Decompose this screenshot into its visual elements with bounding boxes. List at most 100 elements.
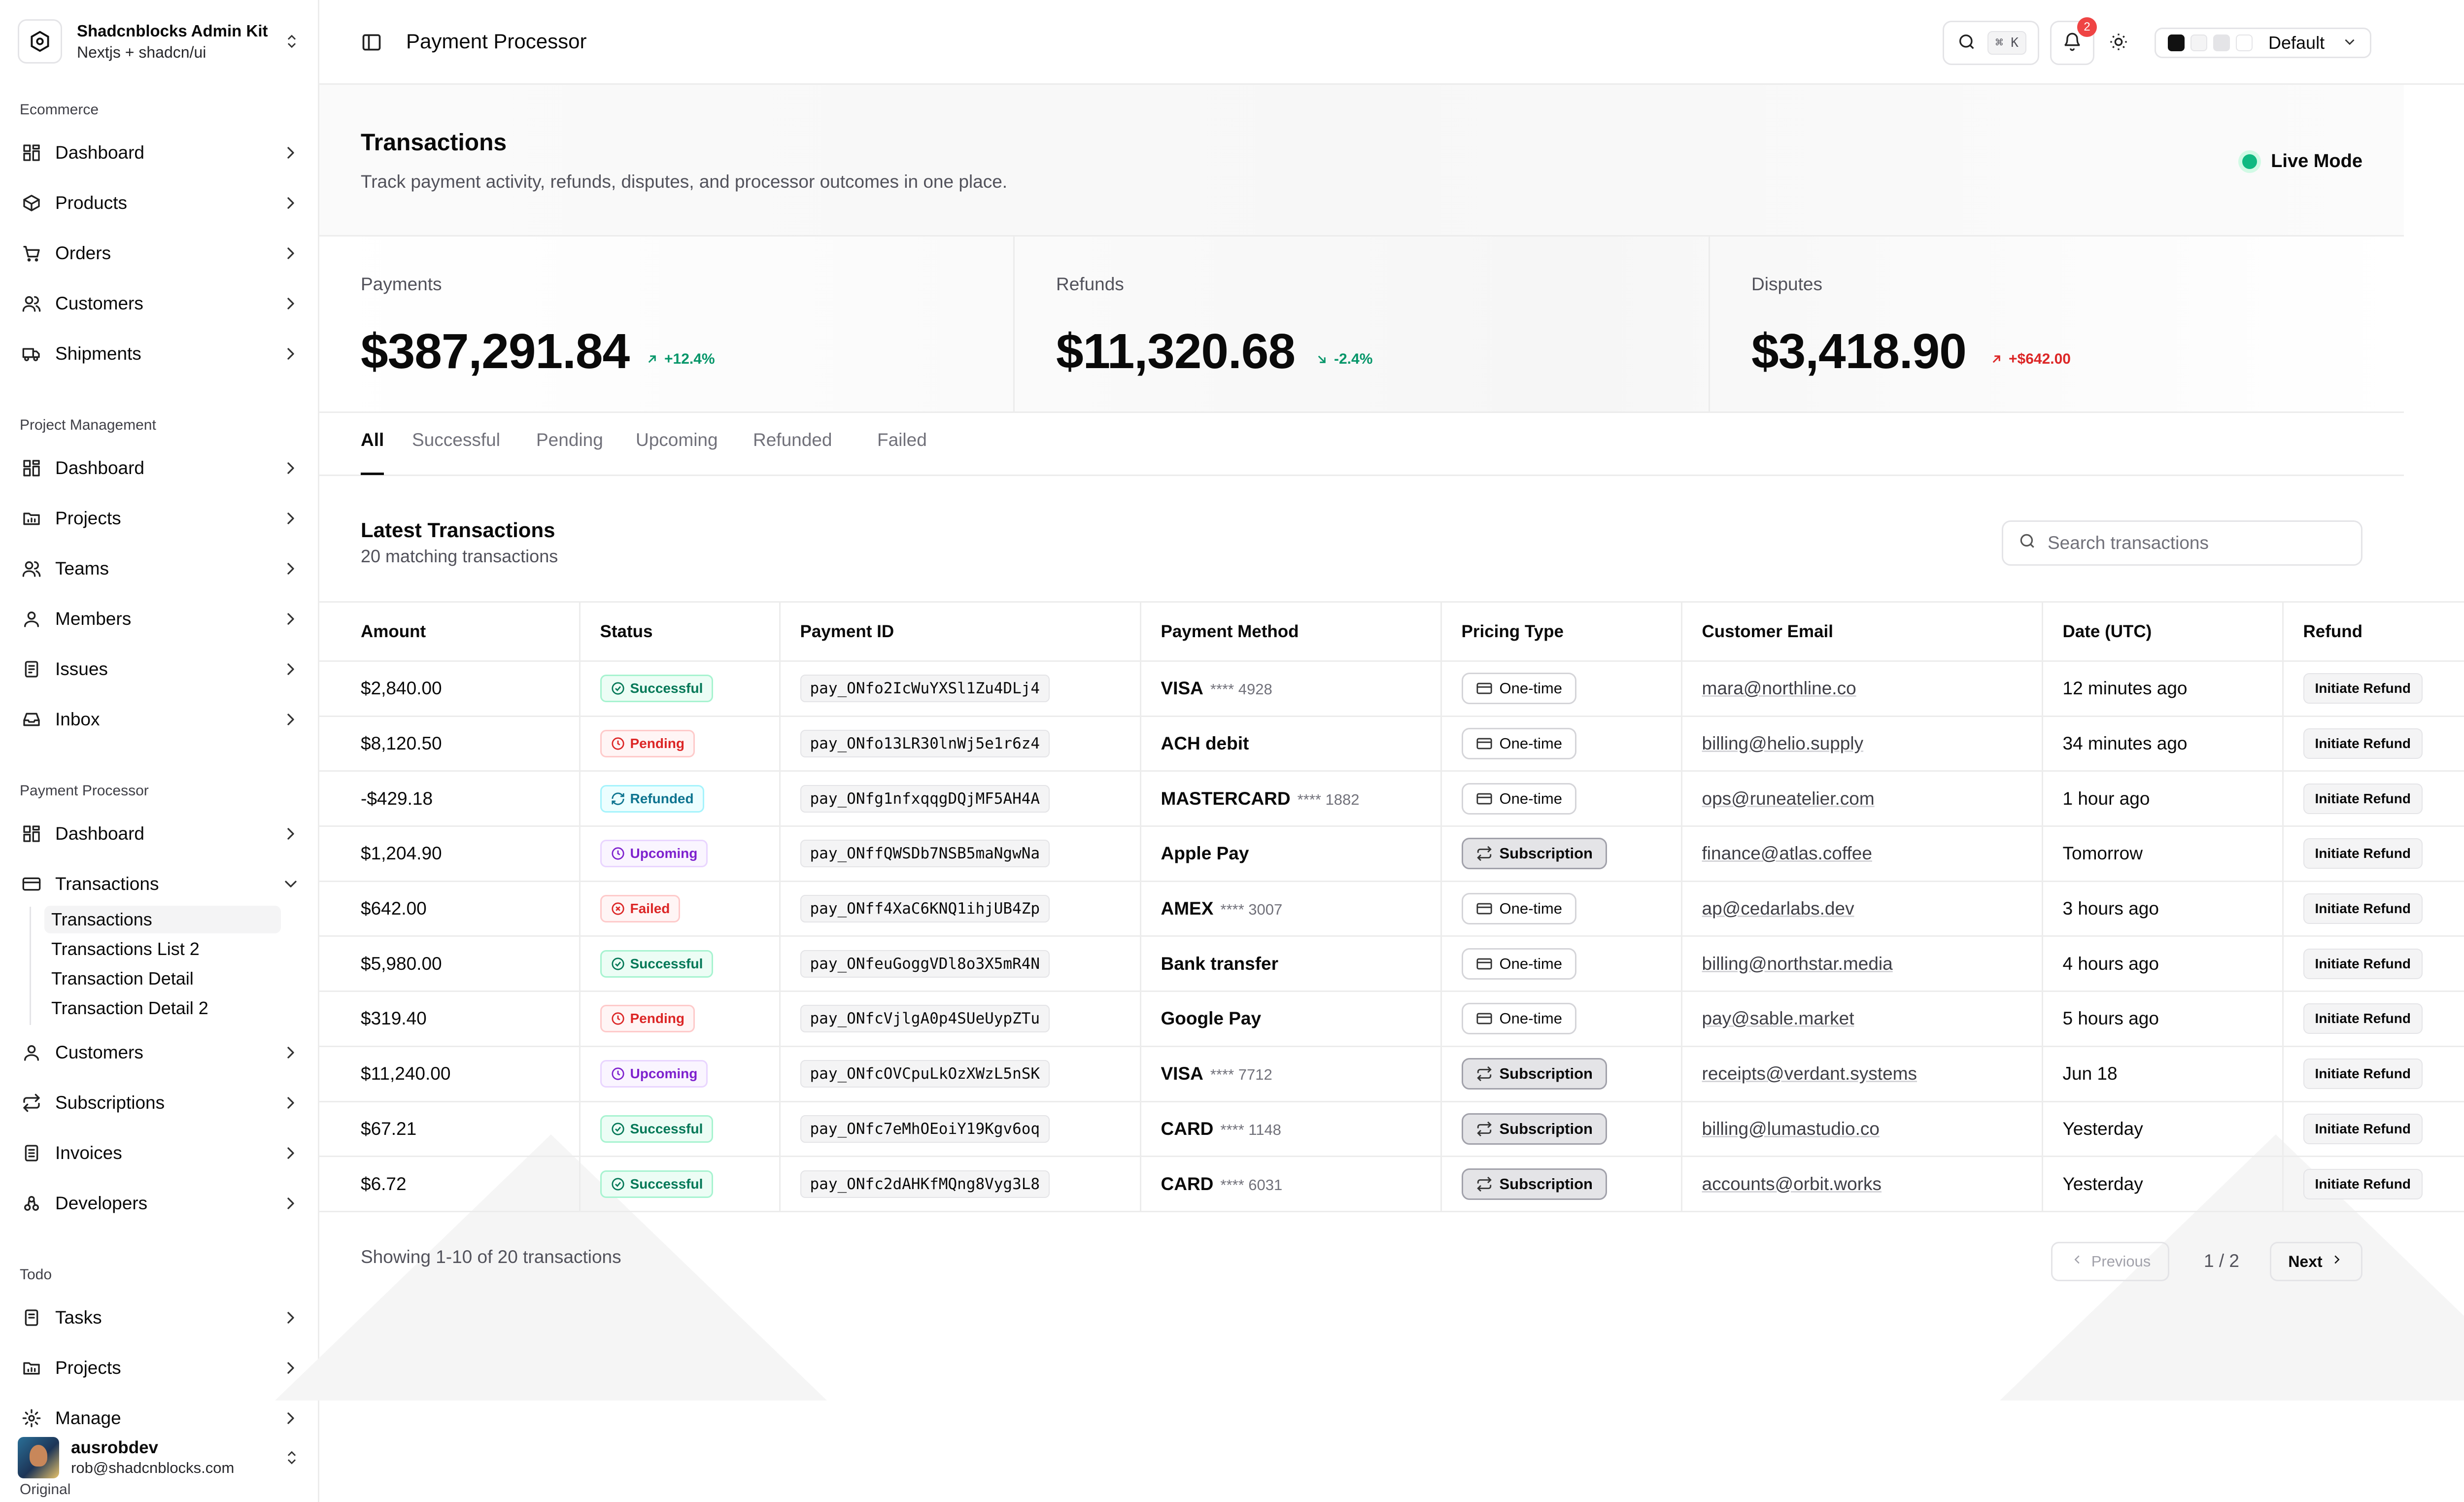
sidebar-item-dashboard[interactable]: Dashboard: [18, 133, 302, 172]
sidebar-item-inbox[interactable]: Inbox: [18, 700, 302, 739]
sidebar-item-shipments[interactable]: Shipments: [18, 334, 302, 374]
customer-email-cell: billing@northstar.media: [1681, 936, 2043, 992]
customer-email-link[interactable]: billing@helio.supply: [1702, 733, 1864, 753]
live-mode-indicator[interactable]: Live Mode: [2242, 151, 2362, 172]
user-menu[interactable]: ausrobdev rob@shadcnblocks.com: [18, 1433, 302, 1482]
initiate-refund-button[interactable]: Initiate Refund: [2303, 1113, 2423, 1144]
tab-refunded[interactable]: Refunded: [753, 430, 832, 475]
sidebar-item-projects[interactable]: Projects: [18, 499, 302, 538]
sidebar-item-products[interactable]: Products: [18, 183, 302, 223]
pricing-type-badge: One-time: [1461, 893, 1576, 925]
sidebar-item-issues[interactable]: Issues: [18, 649, 302, 689]
customer-email-link[interactable]: ops@runeatelier.com: [1702, 788, 1875, 809]
sidebar-item-developers[interactable]: Developers: [18, 1184, 302, 1223]
sidebar-item-customers[interactable]: Customers: [18, 1033, 302, 1072]
sidebar-item-dashboard[interactable]: Dashboard: [18, 814, 302, 853]
table-row[interactable]: $5,980.00 Successful pay_ONfeuGoggVDl8o3X5…: [319, 936, 2464, 992]
table-row[interactable]: $11,240.00 Upcoming pay_ONfcOVCpuLkOzXWzL5…: [319, 1046, 2464, 1102]
column-header-refund[interactable]: Refund: [2283, 601, 2464, 662]
customer-email-link[interactable]: accounts@orbit.works: [1702, 1174, 1882, 1194]
tab-pending[interactable]: Pending: [536, 430, 603, 475]
sidebar-item-orders[interactable]: Orders: [18, 234, 302, 273]
status-successful-icon: [611, 1177, 625, 1192]
customer-email-link[interactable]: ap@cedarlabs.dev: [1702, 898, 1854, 919]
sidebar-item-tasks[interactable]: Tasks: [18, 1298, 302, 1337]
table-row[interactable]: $6.72 Successful pay_ONfc2dAHKfMQng8Vyg3L8…: [319, 1156, 2464, 1212]
pricing-type-badge: Subscription: [1461, 1113, 1607, 1145]
table-row[interactable]: -$429.18 Refunded pay_ONfg1nfxqqgDQjMF5AH4…: [319, 771, 2464, 827]
chevron-right-icon: [280, 192, 302, 214]
customer-email-link[interactable]: finance@atlas.coffee: [1702, 843, 1872, 863]
table-row[interactable]: $319.40 Pending pay_ONfcVjlgA0p4SUeUypZTu G…: [319, 991, 2464, 1047]
sidebar-item-dashboard[interactable]: Dashboard: [18, 448, 302, 488]
initiate-refund-button[interactable]: Initiate Refund: [2303, 838, 2423, 869]
customer-email-link[interactable]: billing@northstar.media: [1702, 954, 1893, 974]
sidebar-item-members[interactable]: Members: [18, 599, 302, 639]
customer-email-link[interactable]: pay@sable.market: [1702, 1008, 1854, 1028]
notifications-button[interactable]: 2: [2050, 17, 2097, 65]
sidebar-subitem-transaction-detail-2[interactable]: Transaction Detail 2: [44, 994, 281, 1022]
payment-id-code[interactable]: pay_ONfo13LR30lnWj5e1r6z4: [800, 730, 1050, 758]
initiate-refund-button[interactable]: Initiate Refund: [2303, 1003, 2423, 1034]
customer-email-cell: mara@northline.co: [1681, 661, 2043, 717]
sidebar-item-projects[interactable]: Projects: [18, 1348, 302, 1388]
payment-id-code[interactable]: pay_ONfcVjlgA0p4SUeUypZTu: [800, 1005, 1050, 1033]
clipboard-list-icon: [21, 1307, 42, 1329]
command-search-button[interactable]: ⌘ K: [1943, 21, 2039, 65]
date-cell: 3 hours ago: [2042, 881, 2284, 937]
column-header-date-utc[interactable]: Date (UTC): [2042, 601, 2284, 662]
initiate-refund-button[interactable]: Initiate Refund: [2303, 783, 2423, 814]
column-header-payment-id[interactable]: Payment ID: [780, 601, 1141, 662]
theme-toggle-button[interactable]: [2106, 31, 2131, 55]
customer-email-link[interactable]: billing@lumastudio.co: [1702, 1119, 1880, 1139]
sidebar-item-invoices[interactable]: Invoices: [18, 1133, 302, 1173]
sidebar-subitem-transaction-detail[interactable]: Transaction Detail: [44, 965, 281, 992]
payment-id-code[interactable]: pay_ONfg1nfxqqgDQjMF5AH4A: [800, 785, 1050, 813]
column-header-payment-method[interactable]: Payment Method: [1140, 601, 1442, 662]
payment-id-code[interactable]: pay_ONffQWSDb7NSB5maNgwNa: [800, 840, 1050, 868]
table-row[interactable]: $1,204.90 Upcoming pay_ONffQWSDb7NSB5maNgw…: [319, 826, 2464, 882]
payment-id-code[interactable]: pay_ONff4XaC6KNQ1ihjUB4Zp: [800, 895, 1050, 923]
table-row[interactable]: $642.00 Failed pay_ONff4XaC6KNQ1ihjUB4Zp AM…: [319, 881, 2464, 937]
team-switcher[interactable]: Shadcnblocks Admin Kit Nextjs + shadcn/u…: [18, 18, 302, 65]
sidebar-item-subscriptions[interactable]: Subscriptions: [18, 1083, 302, 1123]
sidebar-subitem-transactions[interactable]: Transactions: [44, 906, 281, 933]
customer-email-link[interactable]: receipts@verdant.systems: [1702, 1063, 1917, 1084]
table-row[interactable]: $8,120.50 Pending pay_ONfo13LR30lnWj5e1r6z…: [319, 716, 2464, 772]
column-header-amount[interactable]: Amount: [319, 601, 581, 662]
payment-id-code[interactable]: pay_ONfcOVCpuLkOzXWzL5nSK: [800, 1060, 1050, 1088]
payment-id-code[interactable]: pay_ONfeuGoggVDl8o3X5mR4N: [800, 950, 1050, 978]
customer-email-link[interactable]: mara@northline.co: [1702, 678, 1856, 698]
column-header-pricing-type[interactable]: Pricing Type: [1441, 601, 1682, 662]
sidebar-subitem-transactions-list-2[interactable]: Transactions List 2: [44, 935, 281, 963]
sidebar-item-customers[interactable]: Customers: [18, 284, 302, 323]
initiate-refund-button[interactable]: Initiate Refund: [2303, 948, 2423, 979]
initiate-refund-button[interactable]: Initiate Refund: [2303, 1058, 2423, 1090]
amount-cell: $2,840.00: [319, 661, 581, 717]
initiate-refund-button[interactable]: Initiate Refund: [2303, 673, 2423, 704]
sidebar-item-teams[interactable]: Teams: [18, 549, 302, 588]
initiate-refund-button[interactable]: Initiate Refund: [2303, 893, 2423, 924]
sidebar-item-manage[interactable]: Manage: [18, 1399, 302, 1438]
tab-successful[interactable]: Successful: [412, 430, 500, 475]
tab-failed[interactable]: Failed: [877, 430, 927, 475]
payment-id-code[interactable]: pay_ONfc2dAHKfMQng8Vyg3L8: [800, 1170, 1050, 1198]
previous-page-button[interactable]: Previous: [2051, 1242, 2169, 1281]
theme-preset-select[interactable]: Default: [2155, 28, 2371, 58]
table-row[interactable]: $67.21 Successful pay_ONfc7eMhOEoiY19Kgv6o…: [319, 1101, 2464, 1158]
table-row[interactable]: $2,840.00 Successful pay_ONfo2IcWuYXSl1Zu4…: [319, 661, 2464, 717]
tab-upcoming[interactable]: Upcoming: [636, 430, 718, 475]
initiate-refund-button[interactable]: Initiate Refund: [2303, 728, 2423, 759]
initiate-refund-button[interactable]: Initiate Refund: [2303, 1168, 2423, 1199]
tab-all[interactable]: All: [361, 430, 384, 475]
status-badge: Pending: [600, 730, 695, 758]
payment-id-code[interactable]: pay_ONfo2IcWuYXSl1Zu4DLj4: [800, 675, 1050, 703]
transactions-search-input[interactable]: Search transactions: [2002, 520, 2362, 566]
column-header-status[interactable]: Status: [580, 601, 781, 662]
sidebar-item-label: Products: [55, 193, 128, 213]
sidebar-toggle-icon[interactable]: [361, 32, 382, 53]
sidebar-item-transactions[interactable]: Transactions: [18, 864, 302, 904]
payment-id-code[interactable]: pay_ONfc7eMhOEoiY19Kgv6oq: [800, 1115, 1050, 1143]
next-page-button[interactable]: Next: [2270, 1242, 2362, 1281]
column-header-customer-email[interactable]: Customer Email: [1681, 601, 2043, 662]
